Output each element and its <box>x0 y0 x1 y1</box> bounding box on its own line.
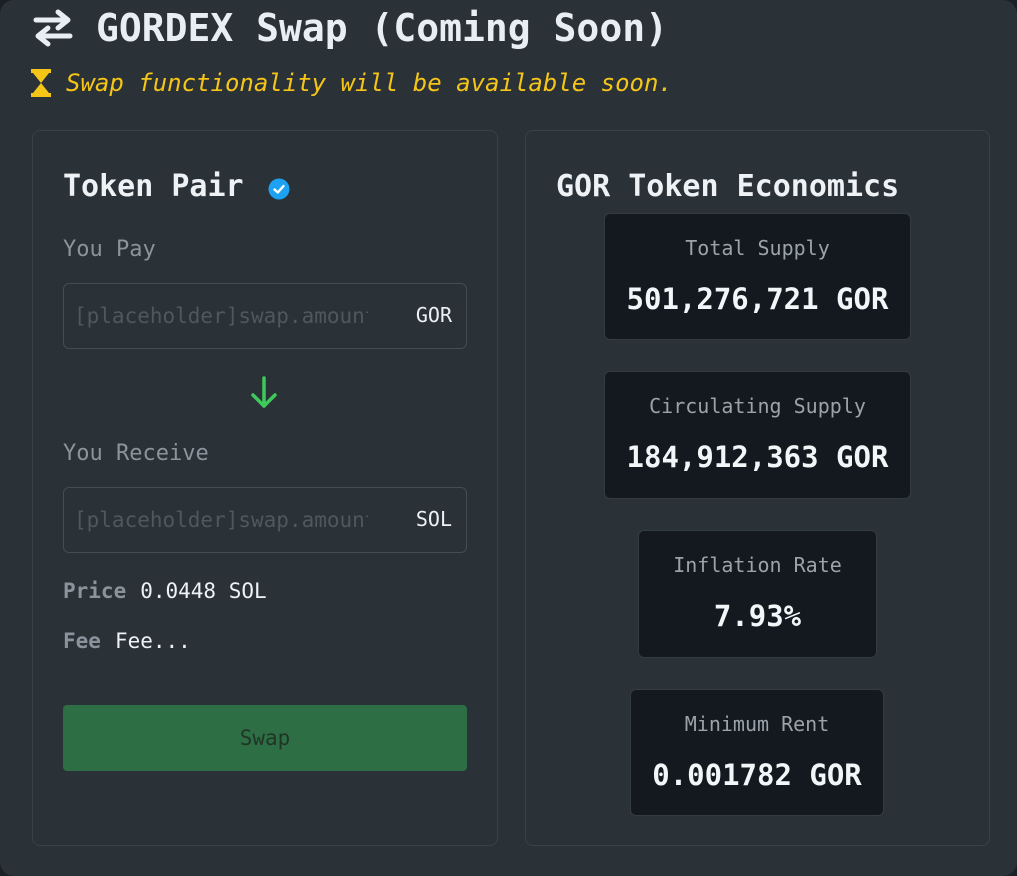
page-title: GORDEX Swap (Coming Soon) <box>30 4 668 52</box>
stat-value: 0.001782 GOR <box>652 758 862 792</box>
stat-label: Total Supply <box>685 236 830 260</box>
pay-token-symbol: GOR <box>415 303 452 327</box>
you-receive-label: You Receive <box>63 441 209 466</box>
stat-value: 184,912,363 GOR <box>626 440 889 474</box>
stat-value: 501,276,721 GOR <box>626 282 889 316</box>
price-row: Price 0.0448 SOL <box>63 579 267 603</box>
token-pair-title: Token Pair <box>63 169 290 204</box>
you-receive-input[interactable] <box>74 498 368 542</box>
price-value: 0.0448 SOL <box>140 579 267 603</box>
stat-circulating-supply: Circulating Supply 184,912,363 GOR <box>604 371 911 499</box>
arrow-down-icon <box>251 376 277 408</box>
price-label: Price <box>63 579 127 603</box>
token-economics-title: GOR Token Economics <box>556 169 900 204</box>
stat-minimum-rent: Minimum Rent 0.001782 GOR <box>630 689 884 816</box>
stat-label: Minimum Rent <box>684 712 830 736</box>
verified-badge-icon <box>268 178 290 199</box>
you-receive-field: SOL <box>63 487 467 553</box>
page-title-text: GORDEX Swap (Coming Soon) <box>96 6 668 50</box>
swap-button[interactable]: Swap <box>63 705 467 771</box>
fee-row: Fee Fee... <box>63 629 191 653</box>
fee-label: Fee <box>63 629 101 653</box>
coming-soon-notice: Swap functionality will be available soo… <box>30 64 673 102</box>
stat-label: Circulating Supply <box>649 394 866 418</box>
stat-label: Inflation Rate <box>673 553 842 577</box>
stat-total-supply: Total Supply 501,276,721 GOR <box>604 213 911 340</box>
token-pair-card: Token Pair You Pay GOR You Receive SOL P… <box>32 130 498 846</box>
token-pair-title-text: Token Pair <box>63 169 244 204</box>
you-pay-field: GOR <box>63 283 467 349</box>
notice-text: Swap functionality will be available soo… <box>66 69 673 97</box>
swap-arrows-icon <box>33 9 73 47</box>
token-economics-card: GOR Token Economics Total Supply 501,276… <box>525 130 990 846</box>
stat-inflation-rate: Inflation Rate 7.93% <box>638 530 877 658</box>
you-pay-label: You Pay <box>63 237 156 262</box>
fee-value: Fee... <box>114 629 191 653</box>
you-pay-input[interactable] <box>74 294 368 338</box>
stat-value: 7.93% <box>713 599 802 633</box>
hourglass-icon <box>31 69 51 97</box>
swap-page: GORDEX Swap (Coming Soon) Swap functiona… <box>0 0 1017 876</box>
receive-token-symbol: SOL <box>415 507 452 531</box>
